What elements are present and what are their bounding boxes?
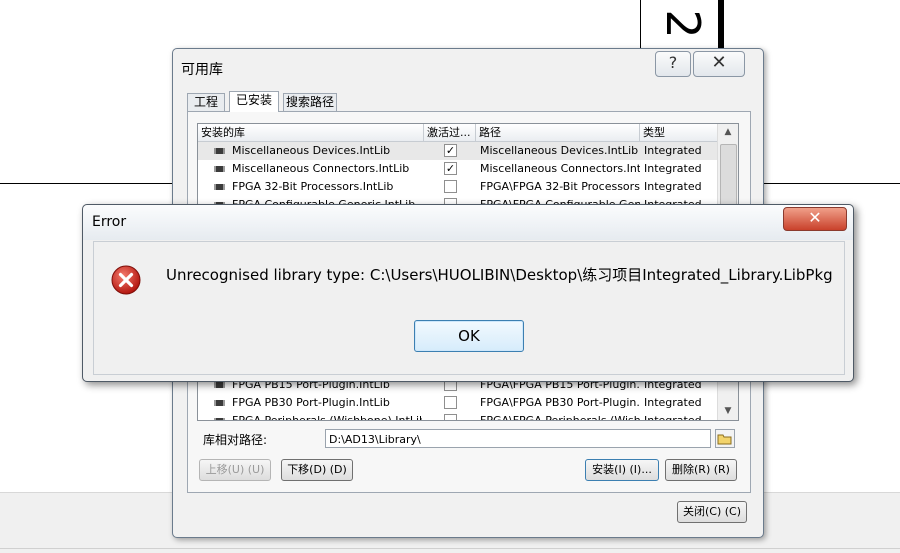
tab-project[interactable]: 工程 xyxy=(187,93,225,111)
active-checkbox[interactable] xyxy=(444,180,457,193)
library-path: FPGA\FPGA 32-Bit Processors.In xyxy=(480,180,640,193)
list-header: 安装的库 激活过... 路径 类型 xyxy=(198,124,718,142)
scroll-down-icon[interactable]: ▼ xyxy=(718,403,738,420)
tab-installed[interactable]: 已安装 xyxy=(229,91,279,112)
column-header-type[interactable]: 类型 xyxy=(640,124,718,141)
table-row[interactable]: FPGA 32-Bit Processors.IntLib FPGA\FPGA 3… xyxy=(198,178,718,196)
library-path: FPGA\FPGA Peripherals (Wishbo xyxy=(480,414,640,421)
error-message: Unrecognised library type: C:\Users\HUOL… xyxy=(166,266,833,284)
close-icon: ✕ xyxy=(808,208,822,227)
table-row[interactable]: Miscellaneous Devices.IntLib ✓ Miscellaneo… xyxy=(198,142,718,160)
library-name: Miscellaneous Devices.IntLib xyxy=(232,144,391,157)
move-down-button[interactable]: 下移(D) (D) xyxy=(281,459,353,481)
install-button[interactable]: 安装(I) (I)... xyxy=(585,459,659,481)
library-icon xyxy=(214,400,225,406)
active-checkbox[interactable] xyxy=(444,396,457,409)
move-up-button[interactable]: 上移(U) (U) xyxy=(199,459,271,481)
close-icon: ✕ xyxy=(711,52,727,73)
library-path: Miscellaneous Connectors.IntLi xyxy=(480,162,640,175)
library-path: Miscellaneous Devices.IntLib xyxy=(480,144,639,157)
library-icon xyxy=(214,166,225,172)
active-checkbox[interactable]: ✓ xyxy=(444,144,457,157)
window-title: 可用库 xyxy=(181,62,223,78)
active-checkbox[interactable]: ✓ xyxy=(444,162,457,175)
table-row[interactable]: Miscellaneous Connectors.IntLib ✓ Miscella… xyxy=(198,160,718,178)
library-type: Integrated xyxy=(644,180,702,193)
error-title: Error xyxy=(92,214,127,230)
library-type: Integrated xyxy=(644,396,702,409)
library-type: Integrated xyxy=(644,162,702,175)
library-path: FPGA\FPGA PB30 Port-Plugin.In xyxy=(480,396,640,409)
error-titlebar: Error ✕ xyxy=(83,205,853,240)
status-divider xyxy=(0,548,900,549)
library-icon xyxy=(214,418,225,420)
browse-folder-button[interactable] xyxy=(715,429,735,448)
error-close-button[interactable]: ✕ xyxy=(783,207,847,231)
column-header-library[interactable]: 安装的库 xyxy=(198,124,424,141)
library-name: FPGA Peripherals (Wishbone).IntLib xyxy=(232,414,422,421)
library-type: Integrated xyxy=(644,414,702,421)
error-body: Unrecognised library type: C:\Users\HUOL… xyxy=(93,241,845,375)
help-icon: ? xyxy=(668,53,678,72)
library-icon xyxy=(214,184,225,190)
library-type: Integrated xyxy=(644,144,702,157)
active-checkbox[interactable] xyxy=(444,414,457,420)
relative-path-field[interactable]: D:\AD13\Library\ xyxy=(325,429,711,448)
column-header-path[interactable]: 路径 xyxy=(476,124,640,141)
error-icon xyxy=(111,265,141,295)
folder-icon xyxy=(717,434,732,445)
library-name: FPGA 32-Bit Processors.IntLib xyxy=(232,180,394,193)
library-name: Miscellaneous Connectors.IntLib xyxy=(232,162,410,175)
column-header-active[interactable]: 激活过... xyxy=(424,124,476,141)
tab-search-path[interactable]: 搜索路径 xyxy=(283,93,337,111)
library-icon xyxy=(214,148,225,154)
window-close-button[interactable]: ✕ xyxy=(693,51,745,77)
table-row[interactable]: FPGA PB30 Port-Plugin.IntLib FPGA\FPGA PB… xyxy=(198,394,718,412)
help-button[interactable]: ? xyxy=(655,51,691,77)
error-dialog: Error ✕ Unrecognised library type: C:\Us… xyxy=(82,204,854,382)
library-name: FPGA PB30 Port-Plugin.IntLib xyxy=(232,396,390,409)
schematic-pin-number: 2 xyxy=(656,9,710,39)
remove-button[interactable]: 删除(R) (R) xyxy=(665,459,737,481)
close-button[interactable]: 关闭(C) (C) xyxy=(677,501,747,523)
scroll-up-icon[interactable]: ▲ xyxy=(718,124,738,141)
ok-button[interactable]: OK xyxy=(414,320,524,352)
table-row[interactable]: FPGA Peripherals (Wishbone).IntLib FPGA\F… xyxy=(198,412,718,421)
relative-path-label: 库相对路径: xyxy=(203,433,268,447)
